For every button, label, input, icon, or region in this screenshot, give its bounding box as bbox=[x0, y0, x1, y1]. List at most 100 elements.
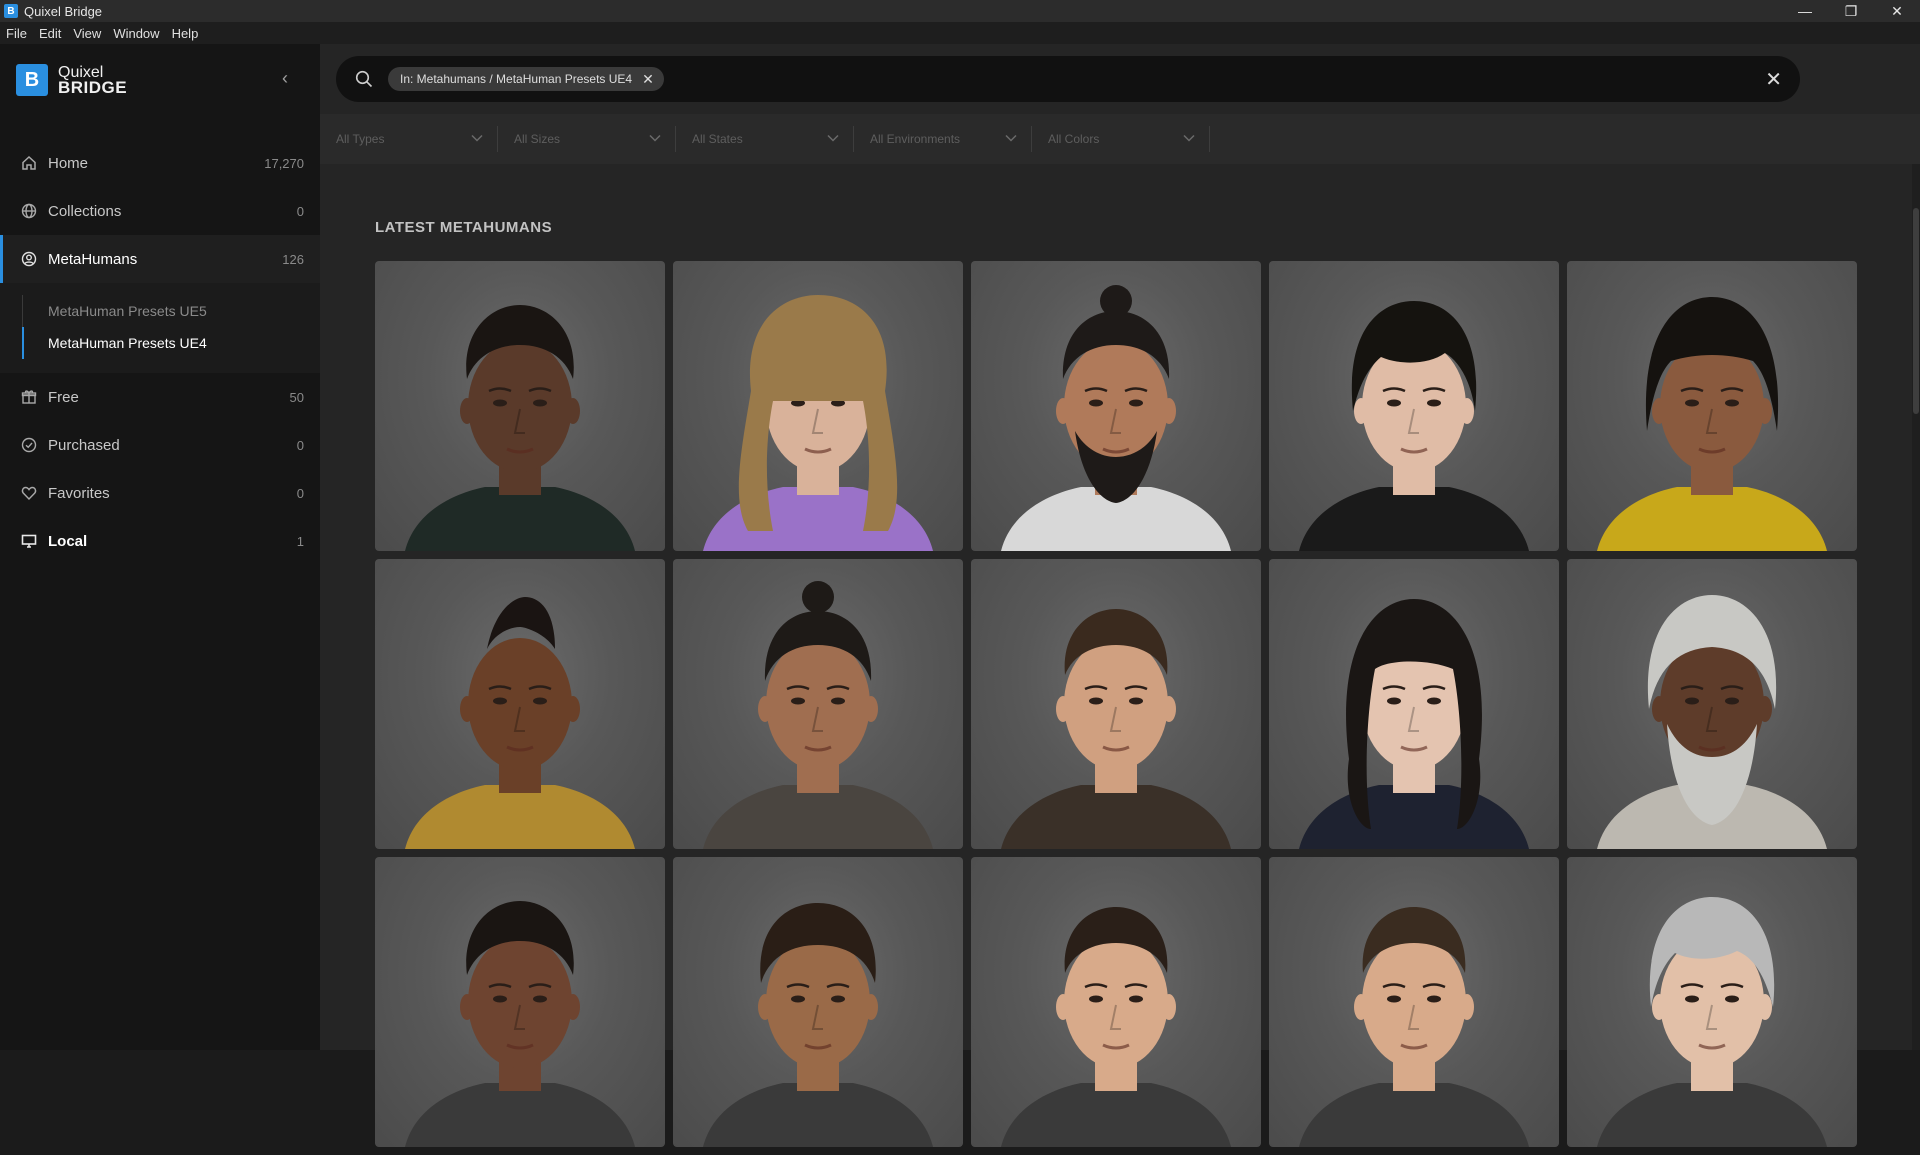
metahuman-row bbox=[375, 857, 1861, 1147]
bridge-logo-icon: B bbox=[16, 64, 48, 96]
metahuman-card[interactable] bbox=[1567, 559, 1857, 849]
metahuman-portrait bbox=[1299, 301, 1529, 551]
sidebar-item-count: 50 bbox=[289, 389, 304, 405]
metahuman-portrait bbox=[1299, 907, 1529, 1147]
scrollbar-thumb[interactable] bbox=[1913, 208, 1919, 414]
sidebar-item-count: 0 bbox=[296, 203, 304, 219]
menu-file[interactable]: File bbox=[6, 26, 27, 41]
logo[interactable]: B Quixel BRIDGE bbox=[16, 64, 127, 96]
search-icon[interactable] bbox=[354, 69, 374, 89]
collapse-sidebar-button[interactable]: ‹ bbox=[282, 68, 288, 89]
sidebar-item-label: Free bbox=[48, 388, 79, 406]
scrollbar[interactable] bbox=[1912, 164, 1920, 1050]
filter-chip-label: In: Metahumans / MetaHuman Presets UE4 bbox=[400, 72, 633, 86]
sidebar-item-purchased[interactable]: Purchased 0 bbox=[0, 421, 320, 469]
metahuman-row bbox=[375, 559, 1861, 849]
metahuman-portrait bbox=[405, 597, 635, 849]
restore-button[interactable]: ❐ bbox=[1828, 0, 1874, 22]
metahuman-row bbox=[375, 261, 1861, 551]
filter-label: All Sizes bbox=[514, 132, 561, 146]
filter-sizes-dropdown[interactable]: All Sizes bbox=[498, 126, 676, 152]
title-bar: B Quixel Bridge — ❐ ✕ bbox=[0, 0, 1920, 22]
metahuman-card[interactable] bbox=[971, 559, 1261, 849]
metahuman-card[interactable] bbox=[1567, 261, 1857, 551]
metahuman-card[interactable] bbox=[1269, 559, 1559, 849]
menu-window[interactable]: Window bbox=[113, 26, 159, 41]
sidebar-subitem-presets-ue5[interactable]: MetaHuman Presets UE5 bbox=[0, 295, 320, 327]
metahuman-card[interactable] bbox=[1269, 857, 1559, 1147]
metahuman-portrait bbox=[1299, 599, 1529, 849]
metahuman-portrait bbox=[703, 295, 933, 551]
close-window-button[interactable]: ✕ bbox=[1874, 0, 1920, 22]
chevron-down-icon bbox=[471, 133, 483, 145]
menu-help[interactable]: Help bbox=[172, 26, 199, 41]
clear-search-icon[interactable]: ✕ bbox=[1765, 67, 1782, 92]
sidebar-item-label: Home bbox=[48, 154, 89, 172]
metahuman-portrait bbox=[1597, 297, 1827, 551]
metahuman-card[interactable] bbox=[673, 559, 963, 849]
metahuman-card[interactable] bbox=[375, 857, 665, 1147]
sidebar-item-local[interactable]: Local 1 bbox=[0, 517, 320, 565]
chevron-down-icon bbox=[827, 133, 839, 145]
window-title: Quixel Bridge bbox=[24, 3, 103, 19]
filter-chip: In: Metahumans / MetaHuman Presets UE4 ✕ bbox=[388, 67, 664, 91]
metahumans-submenu: MetaHuman Presets UE5 MetaHuman Presets … bbox=[0, 283, 320, 373]
filter-colors-dropdown[interactable]: All Colors bbox=[1032, 126, 1210, 152]
filter-types-dropdown[interactable]: All Types bbox=[320, 126, 498, 152]
minimize-button[interactable]: — bbox=[1782, 0, 1828, 22]
sidebar-item-metahumans[interactable]: MetaHumans 126 bbox=[0, 235, 320, 283]
heart-icon bbox=[20, 484, 38, 502]
window-controls: — ❐ ✕ bbox=[1782, 0, 1920, 22]
filter-bar: All Types All Sizes All States All Envir… bbox=[320, 114, 1920, 164]
section-title: LATEST METAHUMANS bbox=[375, 219, 553, 236]
filter-label: All Types bbox=[336, 132, 385, 146]
metahuman-card[interactable] bbox=[375, 559, 665, 849]
monitor-icon bbox=[20, 532, 38, 550]
sidebar-subitem-presets-ue4[interactable]: MetaHuman Presets UE4 bbox=[0, 327, 320, 359]
check-circle-icon bbox=[20, 436, 38, 454]
gift-icon bbox=[20, 388, 38, 406]
metahuman-portrait bbox=[1597, 897, 1827, 1147]
metahuman-card[interactable] bbox=[1567, 857, 1857, 1147]
filter-environments-dropdown[interactable]: All Environments bbox=[854, 126, 1032, 152]
metahuman-card[interactable] bbox=[1269, 261, 1559, 551]
sidebar-item-home[interactable]: Home 17,270 bbox=[0, 139, 320, 187]
metahuman-portrait bbox=[405, 901, 635, 1147]
sidebar-item-favorites[interactable]: Favorites 0 bbox=[0, 469, 320, 517]
sidebar-item-free[interactable]: Free 50 bbox=[0, 373, 320, 421]
chevron-down-icon bbox=[649, 133, 661, 145]
metahuman-card[interactable] bbox=[375, 261, 665, 551]
sidebar-item-count: 1 bbox=[296, 533, 304, 549]
menu-bar: File Edit View Window Help bbox=[0, 22, 1920, 44]
sidebar-subitem-label: MetaHuman Presets UE4 bbox=[48, 335, 207, 351]
metahuman-portrait bbox=[405, 305, 635, 551]
metahuman-portrait bbox=[1001, 285, 1231, 551]
metahuman-card[interactable] bbox=[971, 857, 1261, 1147]
metahuman-portrait bbox=[703, 581, 933, 849]
metahuman-card[interactable] bbox=[673, 261, 963, 551]
sidebar-item-collections[interactable]: Collections 0 bbox=[0, 187, 320, 235]
metahuman-card[interactable] bbox=[673, 857, 963, 1147]
metahuman-grid bbox=[375, 261, 1861, 1155]
logo-bridge-text: BRIDGE bbox=[58, 78, 128, 97]
menu-edit[interactable]: Edit bbox=[39, 26, 61, 41]
menu-view[interactable]: View bbox=[73, 26, 101, 41]
filter-label: All Colors bbox=[1048, 132, 1100, 146]
search-bar[interactable]: In: Metahumans / MetaHuman Presets UE4 ✕… bbox=[336, 56, 1800, 102]
sidebar-item-count: 17,270 bbox=[264, 155, 304, 171]
sidebar-nav: Home 17,270 Collections 0 MetaHumans 126… bbox=[0, 139, 320, 565]
chevron-down-icon bbox=[1005, 133, 1017, 145]
chevron-down-icon bbox=[1183, 133, 1195, 145]
remove-chip-icon[interactable]: ✕ bbox=[642, 71, 654, 88]
sidebar-subitem-label: MetaHuman Presets UE5 bbox=[48, 303, 207, 319]
metahuman-card[interactable] bbox=[971, 261, 1261, 551]
filter-label: All States bbox=[692, 132, 743, 146]
filter-states-dropdown[interactable]: All States bbox=[676, 126, 854, 152]
sidebar-item-count: 126 bbox=[282, 251, 304, 267]
sidebar-item-label: Favorites bbox=[48, 484, 110, 502]
globe-icon bbox=[20, 202, 38, 220]
metahuman-portrait bbox=[1001, 609, 1231, 849]
sidebar-item-label: Local bbox=[48, 532, 88, 550]
filter-label: All Environments bbox=[870, 132, 961, 146]
main-content: In: Metahumans / MetaHuman Presets UE4 ✕… bbox=[320, 44, 1920, 1147]
